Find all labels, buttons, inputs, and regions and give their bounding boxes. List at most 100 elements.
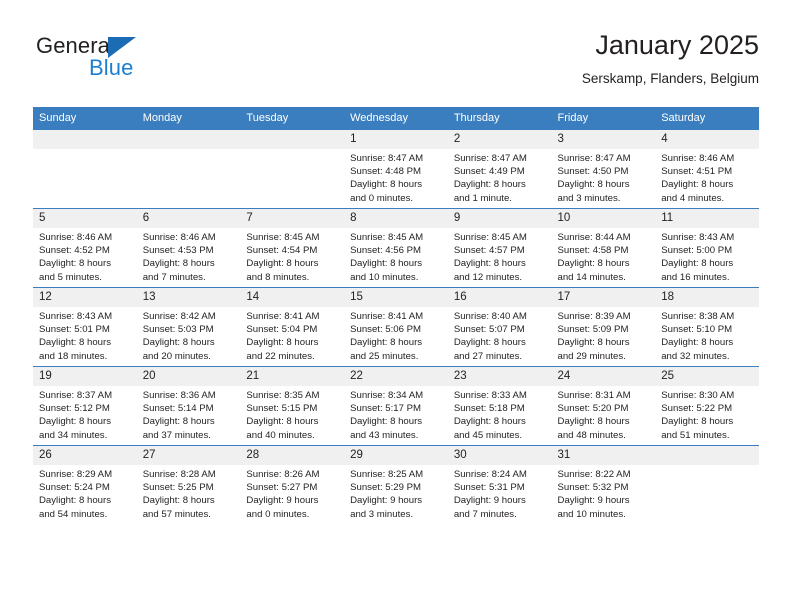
sunrise-text: Sunrise: 8:39 AM <box>557 311 631 322</box>
calendar-day-cell[interactable]: 13 Sunrise: 8:42 AM Sunset: 5:03 PM Dayligh… <box>136 287 241 367</box>
daylight-text-cont: and 37 minutes. <box>142 429 211 441</box>
sunset-text: Sunset: 5:01 PM <box>39 324 110 336</box>
sunset-text: Sunset: 5:32 PM <box>557 482 629 494</box>
day-details: Sunrise: 8:24 AM Sunset: 5:31 PM Daylight:… <box>448 465 552 521</box>
sunrise-text: Sunrise: 8:41 AM <box>350 311 424 322</box>
weekday-header-sunday: Sunday <box>33 107 137 130</box>
calendar-day-cell[interactable]: 26 Sunrise: 8:29 AM Sunset: 5:24 PM Dayligh… <box>33 445 137 524</box>
calendar-day-cell[interactable]: 18 Sunrise: 8:38 AM Sunset: 5:10 PM Dayligh… <box>655 287 759 367</box>
calendar-day-cell[interactable]: 19 Sunrise: 8:37 AM Sunset: 5:12 PM Dayligh… <box>33 366 137 446</box>
calendar-day-cell[interactable]: 3 Sunrise: 8:47 AM Sunset: 4:50 PM Daylight… <box>551 129 656 209</box>
day-number: 23 <box>447 367 552 386</box>
calendar-day-cell[interactable]: 4 Sunrise: 8:46 AM Sunset: 4:51 PM Daylight… <box>655 129 759 209</box>
day-details: Sunrise: 8:36 AM Sunset: 5:14 PM Daylight:… <box>137 386 241 442</box>
sunset-text: Sunset: 4:58 PM <box>557 245 629 257</box>
day-number: 28 <box>240 446 345 465</box>
sunset-text: Sunset: 5:31 PM <box>453 482 525 494</box>
day-number <box>240 130 345 149</box>
calendar-week-row: 1 Sunrise: 8:47 AM Sunset: 4:48 PM Daylight… <box>33 129 759 209</box>
calendar-table: Sunday Monday Tuesday Wednesday Thursday Frid… <box>33 107 759 524</box>
calendar-day-cell[interactable]: 24 Sunrise: 8:31 AM Sunset: 5:20 PM Dayligh… <box>551 366 656 446</box>
daylight-text-cont: and 43 minutes. <box>350 429 419 441</box>
day-number <box>33 130 137 149</box>
sunrise-text: Sunrise: 8:46 AM <box>39 232 113 243</box>
calendar-day-cell[interactable]: 11 Sunrise: 8:43 AM Sunset: 5:00 PM Dayligh… <box>655 208 759 288</box>
sunrise-text: Sunrise: 8:37 AM <box>39 390 113 401</box>
calendar-day-cell[interactable]: 2 Sunrise: 8:47 AM Sunset: 4:49 PM Daylight… <box>447 129 552 209</box>
sunset-text: Sunset: 5:25 PM <box>142 482 214 494</box>
calendar-day-cell[interactable]: 27 Sunrise: 8:28 AM Sunset: 5:25 PM Dayligh… <box>136 445 241 524</box>
sunset-text: Sunset: 4:52 PM <box>39 245 110 257</box>
calendar-day-cell[interactable]: 23 Sunrise: 8:33 AM Sunset: 5:18 PM Dayligh… <box>447 366 552 446</box>
sunrise-text: Sunrise: 8:40 AM <box>453 311 527 322</box>
calendar-day-cell[interactable]: 30 Sunrise: 8:24 AM Sunset: 5:31 PM Dayligh… <box>447 445 552 524</box>
sunrise-text: Sunrise: 8:34 AM <box>350 390 424 401</box>
sunrise-text: Sunrise: 8:43 AM <box>39 311 113 322</box>
daylight-text: Daylight: 8 hours <box>350 258 423 270</box>
daylight-text: Daylight: 8 hours <box>350 416 423 428</box>
sunset-text: Sunset: 5:15 PM <box>246 403 318 415</box>
daylight-text: Daylight: 8 hours <box>453 337 526 349</box>
sunset-text: Sunset: 5:17 PM <box>350 403 422 415</box>
sunset-text: Sunset: 5:12 PM <box>39 403 110 415</box>
calendar-day-cell[interactable]: 5 Sunrise: 8:46 AM Sunset: 4:52 PM Daylight… <box>33 208 137 288</box>
day-details: Sunrise: 8:46 AM Sunset: 4:51 PM Daylight:… <box>655 149 759 205</box>
general-blue-logo: General Blue <box>33 28 233 88</box>
calendar-day-cell[interactable]: 31 Sunrise: 8:22 AM Sunset: 5:32 PM Dayligh… <box>551 445 656 524</box>
day-number: 10 <box>551 209 656 228</box>
daylight-text: Daylight: 8 hours <box>557 179 630 191</box>
calendar-week-row: 12 Sunrise: 8:43 AM Sunset: 5:01 PM Dayligh… <box>33 287 759 367</box>
sunrise-text: Sunrise: 8:38 AM <box>661 311 735 322</box>
calendar-day-cell-empty <box>655 445 759 524</box>
sunset-text: Sunset: 5:18 PM <box>453 403 525 415</box>
day-number: 21 <box>240 367 345 386</box>
page-subtitle: Serskamp, Flanders, Belgium <box>581 71 759 86</box>
calendar-day-cell[interactable]: 10 Sunrise: 8:44 AM Sunset: 4:58 PM Dayligh… <box>551 208 656 288</box>
calendar-day-cell[interactable]: 15 Sunrise: 8:41 AM Sunset: 5:06 PM Dayligh… <box>344 287 448 367</box>
day-number: 20 <box>136 367 241 386</box>
day-number: 27 <box>136 446 241 465</box>
calendar-week-row: 19 Sunrise: 8:37 AM Sunset: 5:12 PM Dayligh… <box>33 366 759 446</box>
calendar-day-cell[interactable]: 21 Sunrise: 8:35 AM Sunset: 5:15 PM Dayligh… <box>240 366 345 446</box>
calendar-day-cell-empty <box>33 129 137 209</box>
sunrise-text: Sunrise: 8:42 AM <box>142 311 216 322</box>
daylight-text: Daylight: 8 hours <box>350 179 423 191</box>
calendar-day-cell[interactable]: 6 Sunrise: 8:46 AM Sunset: 4:53 PM Daylight… <box>136 208 241 288</box>
daylight-text-cont: and 27 minutes. <box>453 350 523 362</box>
daylight-text-cont: and 45 minutes. <box>453 429 523 441</box>
calendar-day-cell[interactable]: 20 Sunrise: 8:36 AM Sunset: 5:14 PM Dayligh… <box>136 366 241 446</box>
calendar-header-row: Sunday Monday Tuesday Wednesday Thursday Frid… <box>33 107 759 130</box>
calendar-day-cell[interactable]: 22 Sunrise: 8:34 AM Sunset: 5:17 PM Dayligh… <box>344 366 448 446</box>
calendar-day-cell[interactable]: 7 Sunrise: 8:45 AM Sunset: 4:54 PM Daylight… <box>240 208 345 288</box>
calendar-day-cell[interactable]: 8 Sunrise: 8:45 AM Sunset: 4:56 PM Daylight… <box>344 208 448 288</box>
calendar-day-cell[interactable]: 9 Sunrise: 8:45 AM Sunset: 4:57 PM Daylight… <box>447 208 552 288</box>
daylight-text-cont: and 29 minutes. <box>557 350 626 362</box>
sunset-text: Sunset: 5:09 PM <box>557 324 629 336</box>
calendar-day-cell[interactable]: 1 Sunrise: 8:47 AM Sunset: 4:48 PM Daylight… <box>344 129 448 209</box>
daylight-text: Daylight: 8 hours <box>39 258 111 270</box>
weekday-header-wednesday: Wednesday <box>344 107 448 130</box>
day-details: Sunrise: 8:46 AM Sunset: 4:52 PM Daylight:… <box>33 228 137 284</box>
sunrise-text: Sunrise: 8:43 AM <box>661 232 735 243</box>
day-number: 26 <box>33 446 137 465</box>
day-details: Sunrise: 8:35 AM Sunset: 5:15 PM Daylight:… <box>240 386 344 442</box>
calendar-day-cell[interactable]: 17 Sunrise: 8:39 AM Sunset: 5:09 PM Dayligh… <box>551 287 656 367</box>
calendar-page: General Blue January 2025 Serskamp, Flan… <box>0 0 792 612</box>
day-number: 16 <box>447 288 552 307</box>
calendar-day-cell[interactable]: 16 Sunrise: 8:40 AM Sunset: 5:07 PM Dayligh… <box>447 287 552 367</box>
sunrise-text: Sunrise: 8:24 AM <box>453 469 527 480</box>
day-number: 31 <box>551 446 656 465</box>
day-details: Sunrise: 8:45 AM Sunset: 4:54 PM Daylight:… <box>240 228 344 284</box>
calendar-day-cell[interactable]: 25 Sunrise: 8:30 AM Sunset: 5:22 PM Dayligh… <box>655 366 759 446</box>
calendar-day-cell[interactable]: 14 Sunrise: 8:41 AM Sunset: 5:04 PM Dayligh… <box>240 287 345 367</box>
day-details: Sunrise: 8:47 AM Sunset: 4:49 PM Daylight:… <box>448 149 552 205</box>
daylight-text-cont: and 57 minutes. <box>142 508 211 520</box>
calendar-day-cell[interactable]: 29 Sunrise: 8:25 AM Sunset: 5:29 PM Dayligh… <box>344 445 448 524</box>
calendar-day-cell[interactable]: 28 Sunrise: 8:26 AM Sunset: 5:27 PM Dayligh… <box>240 445 345 524</box>
day-details: Sunrise: 8:38 AM Sunset: 5:10 PM Daylight:… <box>655 307 759 363</box>
sunset-text: Sunset: 4:50 PM <box>557 166 629 178</box>
daylight-text: Daylight: 9 hours <box>246 495 319 507</box>
daylight-text: Daylight: 8 hours <box>453 416 526 428</box>
calendar-day-cell[interactable]: 12 Sunrise: 8:43 AM Sunset: 5:01 PM Dayligh… <box>33 287 137 367</box>
weekday-header-thursday: Thursday <box>447 107 552 130</box>
